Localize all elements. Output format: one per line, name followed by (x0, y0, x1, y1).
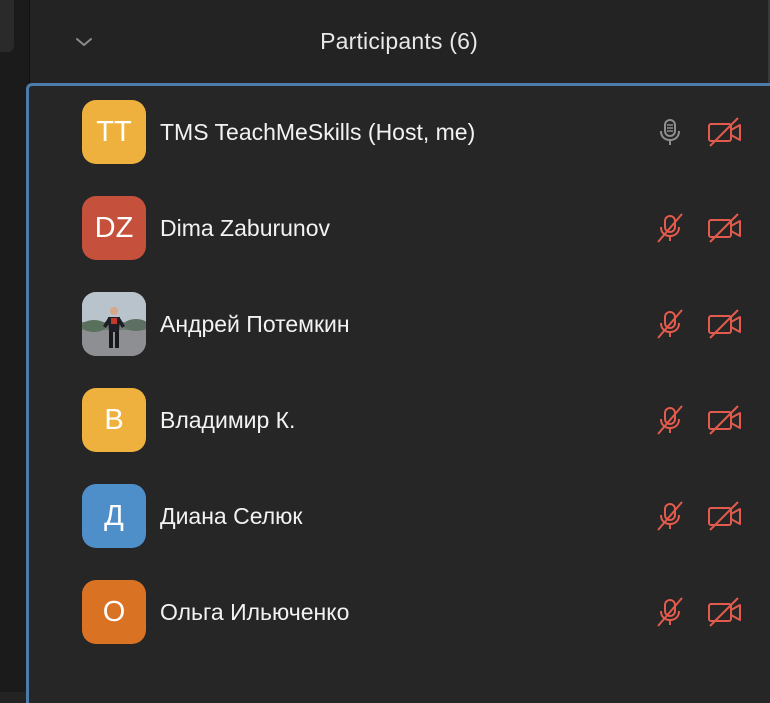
participant-row[interactable]: TT TMS TeachMeSkills (Host, me) (29, 86, 770, 182)
participant-name: Ольга Ильюченко (160, 599, 350, 625)
avatar-initials: DZ (94, 212, 134, 244)
avatar-initials: В (104, 404, 124, 436)
microphone-muted-icon[interactable] (654, 596, 686, 628)
participant-row[interactable]: Д Диана Селюк (29, 470, 770, 566)
video-off-icon[interactable] (707, 404, 743, 436)
participant-row[interactable]: DZ Dima Zaburunov (29, 182, 770, 278)
panel-title: Participants (6) (320, 28, 478, 54)
participant-name: Диана Селюк (160, 503, 303, 529)
participant-name: Андрей Потемкин (160, 311, 350, 337)
participant-row[interactable]: Андрей Потемкин (29, 278, 770, 374)
avatar-initials: О (102, 596, 126, 628)
left-sidebar-tab (0, 0, 14, 52)
avatar-initials: TT (96, 116, 132, 148)
video-off-icon[interactable] (707, 308, 743, 340)
microphone-muted-icon[interactable] (654, 212, 686, 244)
video-off-icon[interactable] (707, 116, 743, 148)
avatar: Д (82, 484, 146, 548)
avatar: О (82, 580, 146, 644)
avatar: В (82, 388, 146, 452)
avatar-initials: Д (104, 500, 124, 532)
participant-name: TMS TeachMeSkills (Host, me) (160, 119, 476, 145)
avatar-photo (82, 292, 146, 356)
microphone-muted-icon[interactable] (654, 308, 686, 340)
participant-name: Владимир К. (160, 407, 296, 433)
video-off-icon[interactable] (707, 500, 743, 532)
avatar: TT (82, 100, 146, 164)
video-off-icon[interactable] (707, 212, 743, 244)
avatar: DZ (82, 196, 146, 260)
microphone-muted-icon[interactable] (654, 404, 686, 436)
microphone-icon[interactable] (654, 116, 686, 148)
microphone-muted-icon[interactable] (654, 500, 686, 532)
participant-row[interactable]: О Ольга Ильюченко (29, 566, 770, 662)
participants-list: TT TMS TeachMeSkills (Host, me) DZ Dima … (26, 83, 770, 703)
participant-name: Dima Zaburunov (160, 215, 331, 241)
participant-row[interactable]: В Владимир К. (29, 374, 770, 470)
person-photo-icon (82, 292, 146, 356)
video-off-icon[interactable] (707, 596, 743, 628)
